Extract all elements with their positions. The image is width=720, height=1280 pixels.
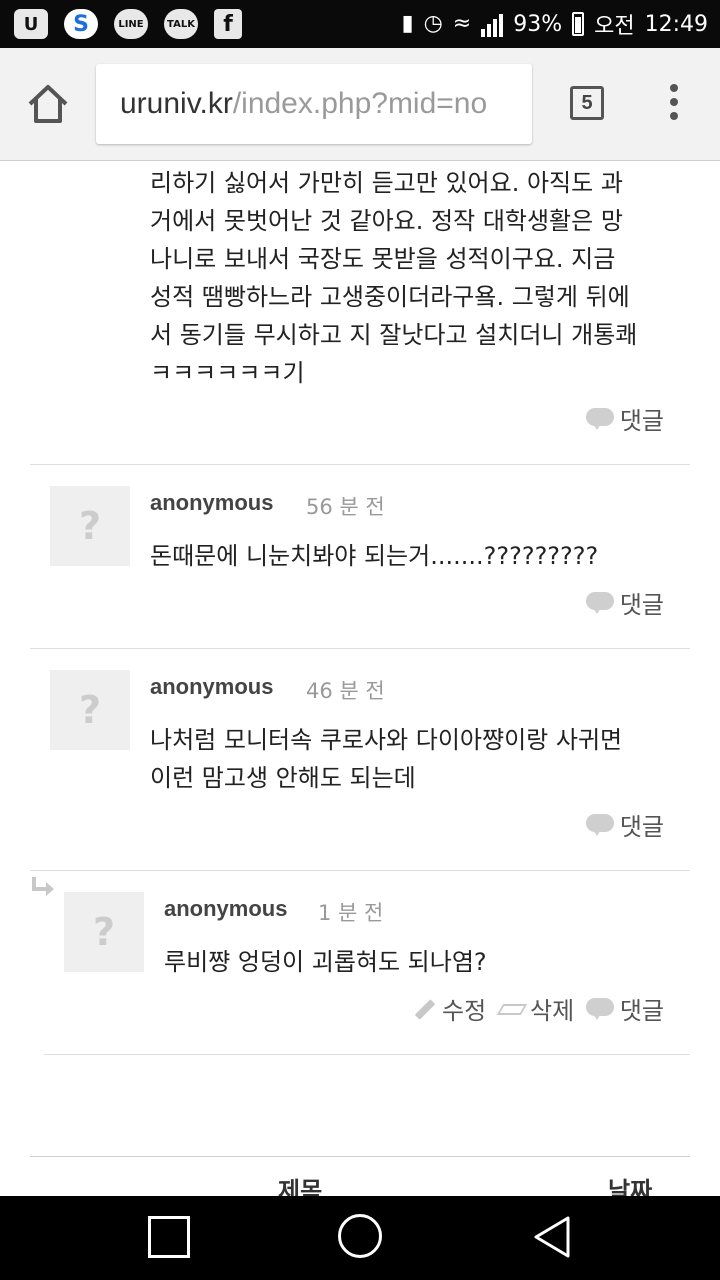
clock: 12:49 bbox=[644, 11, 708, 37]
reply-arrow-icon bbox=[32, 877, 54, 896]
browser-toolbar: uruniv.kr/index.php?mid=no 5 bbox=[0, 48, 720, 161]
divider bbox=[30, 464, 690, 465]
comment-text: 리하기 싫어서 가만히 듣고만 있어요. 아직도 과 거에서 못벗어난 것 같아… bbox=[150, 164, 690, 392]
delete-label: 삭제 bbox=[530, 997, 575, 1025]
eraser-icon bbox=[498, 998, 524, 1020]
overflow-menu-icon[interactable] bbox=[666, 80, 682, 128]
edit-label: 수정 bbox=[442, 997, 487, 1025]
battery-percent: 93% bbox=[513, 11, 563, 37]
speech-bubble-icon bbox=[585, 997, 614, 1020]
system-status: ▮ ◷ ≈ 93% 오전 12:49 bbox=[401, 8, 708, 40]
back-triangle-icon[interactable] bbox=[530, 1214, 574, 1260]
url-host: uruniv.kr bbox=[120, 87, 233, 120]
line-app-icon: LINE bbox=[114, 9, 148, 39]
overview-square-icon[interactable] bbox=[148, 1216, 190, 1258]
reply-label: 댓글 bbox=[619, 591, 664, 619]
reply-button[interactable]: 댓글 bbox=[585, 401, 664, 436]
comment-line: 리하기 싫어서 가만히 듣고만 있어요. 아직도 과 bbox=[150, 169, 623, 197]
comment-list: 리하기 싫어서 가만히 듣고만 있어요. 아직도 과 거에서 못벗어난 것 같아… bbox=[0, 161, 720, 1196]
divider bbox=[30, 870, 690, 871]
comment-line: 나처럼 모니터속 쿠로사와 다이아쨩이랑 사귀면 bbox=[150, 726, 623, 754]
comment-time: 1 분 전 bbox=[318, 901, 384, 925]
reply-button[interactable]: 댓글 bbox=[585, 991, 664, 1026]
vibrate-icon: ▮ bbox=[401, 11, 414, 36]
comment-line: 돈때문에 니눈치봐야 되는거.......????????? bbox=[150, 542, 599, 570]
reply-label: 댓글 bbox=[619, 813, 664, 841]
alarm-clock-icon: ◷ bbox=[423, 11, 443, 36]
kakaotalk-app-icon: TALK bbox=[164, 9, 198, 39]
avatar: ? bbox=[50, 486, 130, 566]
comment-line: 이런 맘고생 안해도 되는데 bbox=[150, 764, 416, 792]
delete-button[interactable]: 삭제 bbox=[498, 991, 574, 1026]
pencil-icon bbox=[410, 998, 436, 1020]
speech-bubble-icon bbox=[585, 591, 614, 614]
status-bar: U S LINE TALK f ▮ ◷ ≈ 93% 오전 12:49 bbox=[0, 0, 720, 48]
divider bbox=[30, 648, 690, 649]
comment-line: 나니로 보내서 국장도 못받을 성적이구요. 지금 bbox=[150, 245, 616, 273]
comment-author[interactable]: anonymous bbox=[150, 490, 273, 516]
avatar: ? bbox=[50, 670, 130, 750]
home-circle-icon[interactable] bbox=[338, 1214, 382, 1258]
comment-line: 루비쨩 엉덩이 괴롭혀도 되나염? bbox=[164, 948, 487, 976]
facebook-app-icon: f bbox=[214, 9, 242, 39]
divider bbox=[44, 1054, 690, 1055]
comment-text: 나처럼 모니터속 쿠로사와 다이아쨩이랑 사귀면 이런 맘고생 안해도 되는데 bbox=[150, 721, 690, 797]
avatar: ? bbox=[64, 892, 144, 972]
url-path: /index.php?mid=no bbox=[232, 87, 488, 120]
tab-switcher-button[interactable]: 5 bbox=[570, 86, 604, 120]
home-icon[interactable] bbox=[24, 80, 72, 128]
reply-button[interactable]: 댓글 bbox=[585, 585, 664, 620]
column-date: 날짜 bbox=[608, 1177, 653, 1196]
comment-line: ㅋㅋㅋㅋㅋㅋ기 bbox=[150, 359, 305, 387]
comment-author[interactable]: anonymous bbox=[150, 674, 273, 700]
column-title: 제목 bbox=[278, 1177, 323, 1196]
reply-button[interactable]: 댓글 bbox=[585, 807, 664, 842]
comment-author[interactable]: anonymous bbox=[164, 896, 287, 922]
system-nav-bar bbox=[0, 1196, 720, 1280]
comment-line: 성적 땜빵하느라 고생중이더라구욬. 그렇게 뒤에 bbox=[150, 283, 630, 311]
s-app-icon: S bbox=[64, 9, 98, 39]
wifi-icon: ≈ bbox=[452, 11, 472, 36]
post-table-header: 제목 날짜 bbox=[30, 1156, 690, 1196]
comment-text: 돈때문에 니눈치봐야 되는거.......????????? bbox=[150, 537, 690, 575]
comment-line: 거에서 못벗어난 것 같아요. 정작 대학생활은 망 bbox=[150, 207, 623, 235]
address-bar[interactable]: uruniv.kr/index.php?mid=no bbox=[96, 64, 532, 144]
reply-label: 댓글 bbox=[619, 997, 664, 1025]
comment-text: 루비쨩 엉덩이 괴롭혀도 되나염? bbox=[164, 943, 690, 981]
ampm-label: 오전 bbox=[594, 14, 635, 39]
battery-icon bbox=[572, 12, 585, 36]
comment-time: 46 분 전 bbox=[306, 679, 385, 703]
signal-icon bbox=[481, 11, 504, 37]
edit-button[interactable]: 수정 bbox=[410, 991, 486, 1026]
reply-label: 댓글 bbox=[619, 407, 664, 435]
notification-icons: U S LINE TALK f bbox=[14, 8, 242, 40]
speech-bubble-icon bbox=[585, 813, 614, 836]
u-app-icon: U bbox=[14, 9, 48, 39]
comment-time: 56 분 전 bbox=[306, 495, 385, 519]
comment-line: 서 동기들 무시하고 지 잘낫다고 설치더니 개통쾌 bbox=[150, 321, 638, 349]
speech-bubble-icon bbox=[585, 407, 614, 430]
